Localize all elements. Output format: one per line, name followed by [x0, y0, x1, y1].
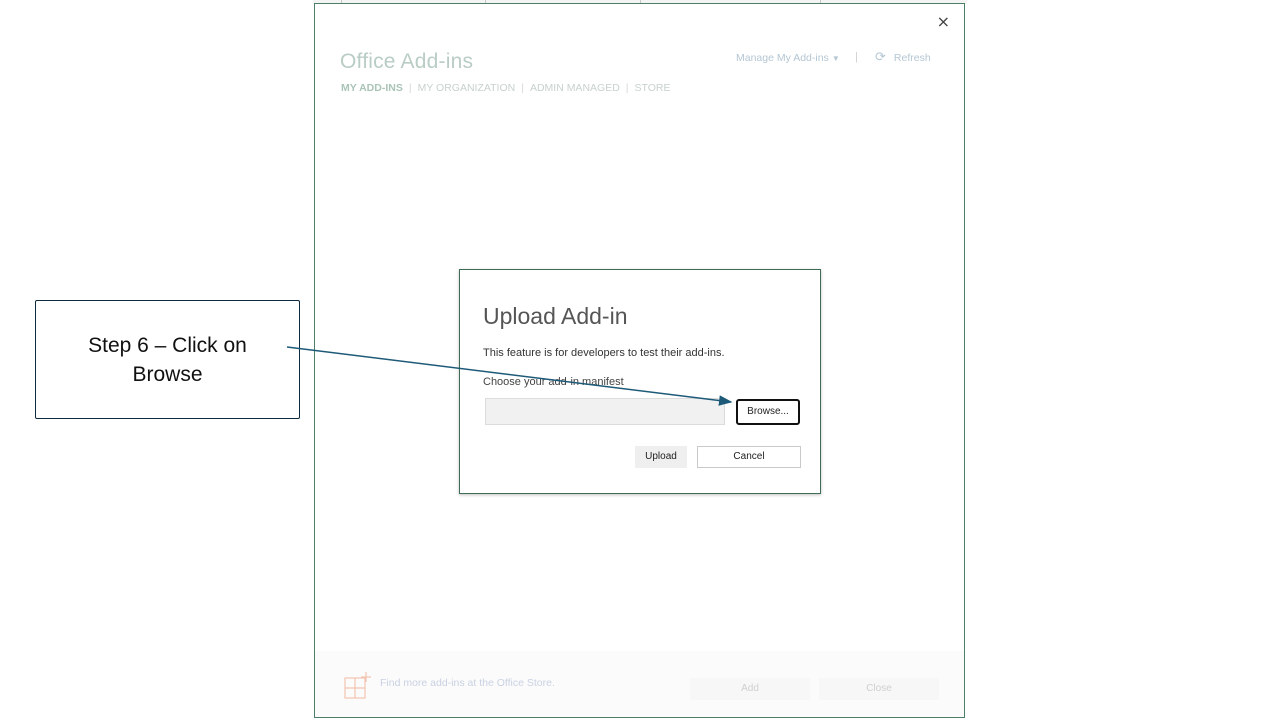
manage-addins-dropdown[interactable]: Manage My Add-ins ▼	[736, 52, 840, 64]
refresh-button[interactable]: ⟳ Refresh	[875, 50, 931, 65]
toolbar-separator: |	[855, 51, 858, 63]
tab-separator: |	[625, 82, 629, 94]
tab-separator: |	[408, 82, 412, 94]
cancel-button[interactable]: Cancel	[697, 446, 801, 468]
tab-admin-managed[interactable]: ADMIN MANAGED	[530, 82, 620, 94]
manage-addins-label: Manage My Add-ins	[736, 52, 829, 64]
callout-text: Step 6 – Click on Browse	[88, 333, 247, 386]
store-add-icon	[344, 672, 371, 699]
manifest-label: Choose your add-in manifest	[483, 376, 624, 388]
dialog-footer: Find more add-ins at the Office Store. A…	[315, 651, 964, 717]
tab-my-addins[interactable]: MY ADD-INS	[341, 82, 403, 94]
chevron-down-icon: ▼	[831, 54, 840, 63]
refresh-label: Refresh	[893, 52, 931, 64]
office-store-link[interactable]: Find more add-ins at the Office Store.	[380, 677, 555, 689]
tab-store[interactable]: STORE	[635, 82, 671, 94]
upload-modal-title: Upload Add-in	[483, 303, 628, 329]
add-button[interactable]: Add	[690, 678, 810, 700]
tab-separator: |	[521, 82, 524, 94]
browse-button[interactable]: Browse...	[736, 399, 800, 425]
refresh-icon: ⟳	[875, 50, 886, 65]
upload-description: This feature is for developers to test t…	[483, 347, 725, 359]
manifest-path-field[interactable]	[485, 398, 725, 425]
tab-my-organization[interactable]: MY ORGANIZATION	[418, 82, 516, 94]
addins-tabs: MY ADD-INS | MY ORGANIZATION | ADMIN MANAGED…	[341, 82, 671, 94]
upload-addin-modal: Upload Add-in This feature is for develo…	[459, 269, 821, 494]
close-icon[interactable]: ×	[937, 14, 950, 30]
dialog-title: Office Add-ins	[340, 50, 474, 73]
close-button[interactable]: Close	[819, 678, 939, 700]
upload-button[interactable]: Upload	[635, 446, 687, 468]
step-callout: Step 6 – Click on Browse	[35, 300, 300, 419]
